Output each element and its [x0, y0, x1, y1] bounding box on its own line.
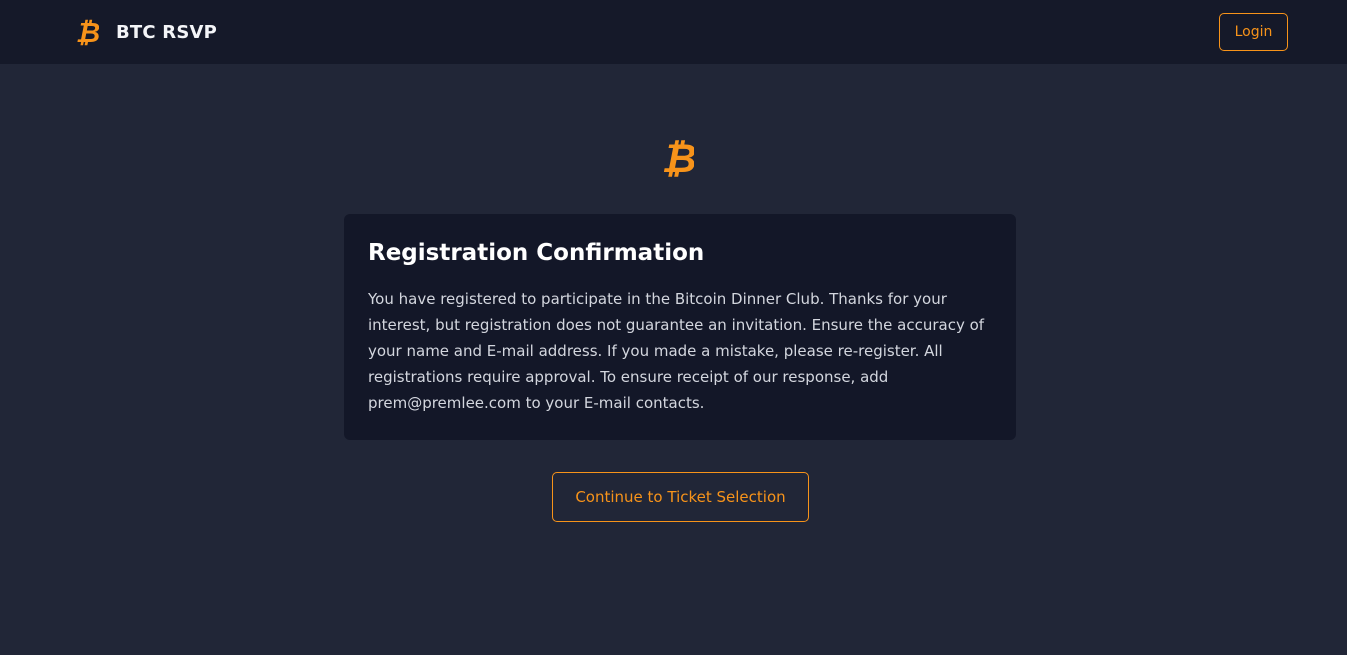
svg-text:₿: ₿: [664, 136, 694, 179]
bitcoin-icon: ₿: [77, 17, 99, 47]
confirmation-message: You have registered to participate in th…: [368, 290, 985, 412]
continue-to-ticket-selection-button[interactable]: Continue to Ticket Selection: [552, 472, 809, 522]
brand-name: BTC RSVP: [116, 21, 218, 43]
confirmation-card: Registration Confirmation You have regis…: [344, 214, 1016, 440]
bitcoin-icon: ₿: [664, 136, 694, 179]
top-navbar: ₿ BTC RSVP Login: [0, 0, 1347, 64]
login-button[interactable]: Login: [1219, 13, 1288, 51]
brand-link[interactable]: ₿ BTC RSVP: [77, 17, 217, 47]
card-title: Registration Confirmation: [368, 240, 705, 266]
svg-text:₿: ₿: [77, 17, 99, 47]
